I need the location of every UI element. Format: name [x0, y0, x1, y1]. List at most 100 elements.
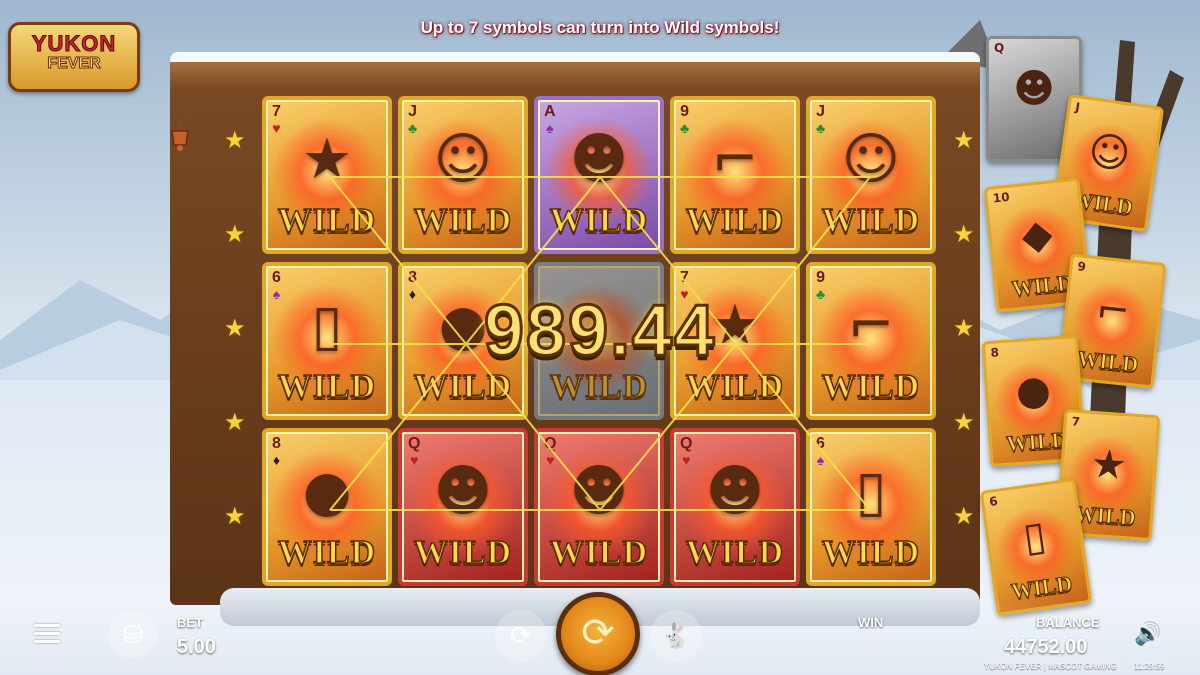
wild-label: WILD — [277, 367, 377, 406]
card-rank: 6 — [988, 493, 999, 509]
wild-label: WILD — [549, 201, 649, 240]
footer-text: YUKON FEVER | MASCOT GAMING — [984, 662, 1117, 671]
gold-sack-icon: ● — [302, 459, 352, 524]
card-rank: Q — [994, 41, 1005, 55]
payline-star-icon: ★ — [224, 314, 246, 342]
card-rank: 6 ♠ — [816, 435, 825, 469]
reel-cell-cowgirl: ☻ Q ♥ WILD — [534, 428, 664, 586]
revolver-icon: ⌐ — [1093, 286, 1133, 337]
bet-value: 5.00 — [177, 636, 216, 658]
old-prospector-icon: ☺ — [433, 127, 493, 192]
wild-label: WILD — [821, 201, 921, 240]
card-rank: 6 ♠ — [272, 269, 281, 303]
suit-icon: ♣ — [816, 286, 826, 302]
autoplay-button[interactable]: ⟳ — [495, 610, 547, 662]
bet-label: BET — [177, 615, 203, 630]
suit-icon: ♠ — [546, 120, 554, 136]
logo-subtitle: FEVER — [47, 55, 101, 73]
gold-sack-icon: ● — [1014, 367, 1053, 416]
spin-icon: ⟳ — [581, 610, 615, 656]
wild-label: WILD — [821, 533, 921, 572]
payline-star-icon: ★ — [953, 220, 975, 248]
wild-label: WILD — [549, 533, 649, 572]
lamp-icon — [171, 115, 197, 151]
balance-value: 44752.00 — [1004, 636, 1088, 658]
card-rank: 8 ♦ — [408, 269, 417, 303]
reel-cell-cowboy: ☻ A ♠ WILD — [534, 96, 664, 254]
menu-button[interactable] — [34, 624, 60, 644]
reel-cell-cowgirl: ☻ Q ♥ WILD — [398, 428, 528, 586]
card-rank: Q ♥ — [544, 435, 557, 469]
reel-frame-top — [170, 52, 980, 88]
wild-label: WILD — [277, 533, 377, 572]
card-rank: J — [1074, 99, 1081, 115]
payline-star-icon: ★ — [224, 408, 246, 436]
autoplay-icon: ⟳ — [510, 621, 532, 651]
sound-button[interactable]: 🔊 — [1134, 622, 1168, 648]
old-prospector-icon: ☺ — [1085, 127, 1134, 180]
reel-cell-lantern: ▯ 6 ♠ WILD — [262, 262, 392, 420]
bet-settings-button[interactable]: ⛁ — [108, 612, 158, 658]
reel-cell-old-prospector: ☺ J ♣ WILD — [806, 96, 936, 254]
card-rank: 8 ♦ — [272, 435, 281, 469]
menu-icon-bar — [34, 632, 60, 635]
gold-nugget-icon: ◆ — [1019, 210, 1055, 260]
collected-card-lantern: ▯ 6 WILD — [979, 477, 1093, 617]
suit-icon: ♥ — [682, 452, 691, 468]
reel-cell-sheriff-badge: ★ 7 ♥ WILD — [262, 96, 392, 254]
cowboy-icon: ☻ — [569, 127, 629, 192]
payline-star-icon: ★ — [224, 220, 246, 248]
reel-cell-gold-sack: ● 8 ♦ WILD — [262, 428, 392, 586]
logo-title: YUKON — [31, 31, 117, 57]
suit-icon: ♣ — [680, 120, 690, 136]
win-label: WIN — [858, 615, 884, 630]
card-rank: Q ♥ — [408, 435, 421, 469]
sheriff-badge-icon: ★ — [301, 127, 353, 192]
card-rank: 8 — [990, 345, 1000, 360]
game-logo: YUKON FEVER — [8, 22, 140, 92]
card-rank: 10 — [992, 189, 1011, 206]
old-prospector-icon: ☺ — [841, 127, 901, 192]
cowgirl-icon: ☻ — [705, 459, 765, 524]
reel-cell-old-prospector: ☺ J ♣ WILD — [398, 96, 528, 254]
sheriff-badge-icon: ★ — [1089, 441, 1129, 490]
spin-button[interactable]: ⟳ — [556, 592, 640, 675]
suit-icon: ♠ — [816, 452, 825, 468]
card-rank: 7 ♥ — [272, 103, 281, 137]
win-amount-display: 989.44 — [482, 290, 717, 373]
cowgirl-icon: ☻ — [1013, 66, 1055, 113]
revolver-icon: ⌐ — [711, 127, 759, 192]
suit-icon: ♥ — [546, 452, 555, 468]
payline-star-icon: ★ — [224, 502, 246, 530]
card-rank: J ♣ — [816, 103, 826, 137]
card-rank: A ♠ — [544, 103, 556, 137]
menu-icon-bar — [34, 624, 60, 627]
cowgirl-icon: ☻ — [433, 459, 493, 524]
suit-icon: ♣ — [816, 120, 826, 136]
payline-star-icon: ★ — [953, 126, 975, 154]
speaker-icon: 🔊 — [1134, 622, 1162, 647]
payline-star-icon: ★ — [953, 314, 975, 342]
reel-cell-revolver: ⌐ 9 ♣ WILD — [670, 96, 800, 254]
reel-cell-revolver: ⌐ 9 ♣ WILD — [806, 262, 936, 420]
reel-cell-cowgirl: ☻ Q ♥ WILD — [670, 428, 800, 586]
suit-icon: ♦ — [408, 286, 417, 302]
suit-icon: ♥ — [410, 452, 419, 468]
suit-icon: ♣ — [408, 120, 418, 136]
card-rank: 9 — [1076, 259, 1087, 274]
turbo-button[interactable]: 🐇 — [650, 610, 702, 662]
wild-label: WILD — [413, 201, 513, 240]
feature-banner: Up to 7 symbols can turn into Wild symbo… — [420, 18, 780, 37]
balance-label: BALANCE — [1036, 615, 1100, 630]
wild-label: WILD — [685, 201, 785, 240]
suit-icon: ♥ — [272, 120, 281, 136]
wild-label: WILD — [821, 367, 921, 406]
coins-icon: ⛁ — [122, 621, 144, 649]
card-rank: 9 ♣ — [680, 103, 690, 137]
payline-star-icon: ★ — [953, 408, 975, 436]
reel-cell-lantern: ▯ 6 ♠ WILD — [806, 428, 936, 586]
cowgirl-icon: ☻ — [569, 459, 629, 524]
lantern-icon: ▯ — [855, 459, 887, 524]
wild-label: WILD — [413, 367, 513, 406]
lantern-icon: ▯ — [311, 293, 343, 358]
